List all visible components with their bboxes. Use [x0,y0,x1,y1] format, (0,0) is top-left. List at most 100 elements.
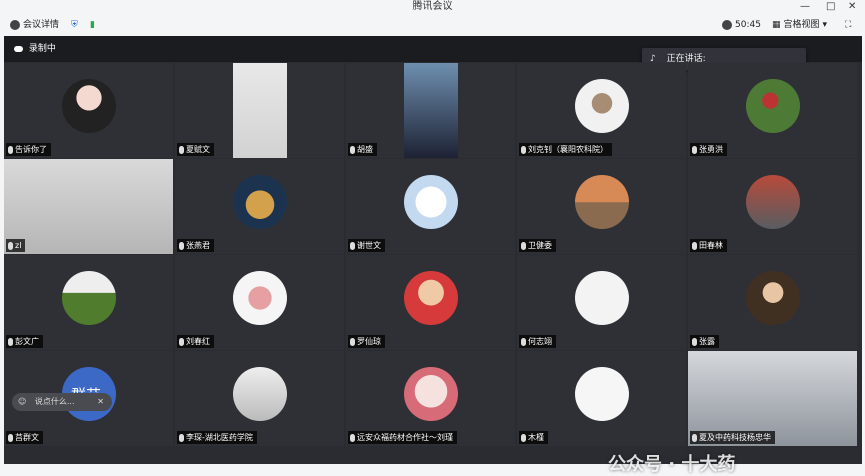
view-switch-button[interactable]: ▦ 宫格视图 ▾ [772,14,827,36]
participant-avatar [575,367,629,421]
participant-tile[interactable]: 远安众福药材合作社～刘瑾 [346,351,515,446]
mic-icon [692,337,697,346]
participant-nametag: 夏赋文 [177,143,214,156]
participant-avatar [575,175,629,229]
participant-video [233,63,287,158]
participant-name: 彭文广 [15,337,39,346]
participant-nametag: 夏及中药科技杨忠华 [690,431,775,444]
participant-tile[interactable]: 告诉你了 [4,63,173,158]
participant-tile[interactable]: 谢世文 [346,159,515,254]
participant-video [4,159,173,254]
participant-name: 莒群文 [15,433,39,442]
timer-value: 50:45 [735,20,761,30]
participant-nametag: 彭文广 [6,335,43,348]
minimize-button[interactable]: — [800,0,810,14]
participant-name: 卫健委 [528,241,552,250]
participant-nametag: 罗仙琼 [348,335,385,348]
participant-tile[interactable]: 夏赋文 [175,63,344,158]
participant-avatar [746,271,800,325]
participant-avatar [746,175,800,229]
participant-name: zl [15,241,22,250]
participant-tile[interactable]: zl [4,159,173,254]
participant-avatar [233,175,287,229]
participant-name: 木槿 [528,433,544,442]
participant-tile[interactable]: 刘克钊（襄阳农科院） [517,63,686,158]
signal-icon[interactable]: ▮ [90,14,95,36]
participant-name: 张燕君 [186,241,210,250]
participant-tile[interactable]: 罗仙琼 [346,255,515,350]
restore-button[interactable]: □ [826,0,835,14]
mic-icon [8,145,13,154]
participant-tile[interactable]: 张露 [688,255,857,350]
grid-icon: ▦ [772,20,781,30]
participant-nametag: 木槿 [519,431,548,444]
meeting-toolbar: 会议详情 ⛨ ▮ 50:45 ▦ 宫格视图 ▾ ⛶ [0,14,865,36]
mic-icon [8,337,13,346]
participant-nametag: 李琛-湖北医药学院 [177,431,257,444]
video-grid: 录制中 ♪ 正在讲话: 告诉你了 夏赋文 胡盛 刘克钊（襄阳农科院） 张勇洪 zl 张燕君谢… [4,36,862,475]
participant-tile[interactable]: 张勇洪 [688,63,857,158]
participant-nametag: 刘克钊（襄阳农科院） [519,143,612,156]
participant-nametag: 谢世文 [348,239,385,252]
title-bar: 腾讯会议 — □ ✕ [0,0,865,14]
participant-nametag: 刘春红 [177,335,214,348]
participant-name: 罗仙琼 [357,337,381,346]
view-label: 宫格视图 [783,20,820,30]
participant-avatar [233,367,287,421]
participant-name: 刘克钊（襄阳农科院） [528,145,608,154]
participant-tile[interactable]: 田春林 [688,159,857,254]
mic-icon [179,145,184,154]
close-icon[interactable]: ✕ [97,393,104,411]
recording-icon [14,45,23,52]
participant-nametag: 田春林 [690,239,727,252]
mic-icon [350,241,355,250]
mic-icon [350,433,355,442]
mic-icon [179,337,184,346]
participant-tile[interactable]: 夏及中药科技杨忠华 [688,351,857,446]
participant-avatar [404,271,458,325]
comment-placeholder: 说点什么... [34,397,75,406]
mic-icon [350,337,355,346]
participant-tile[interactable]: 何志翊 [517,255,686,350]
mic-icon [521,433,526,442]
mic-icon [521,145,526,154]
participant-video [404,63,458,158]
participant-avatar [404,367,458,421]
close-button[interactable]: ✕ [848,0,856,14]
participant-nametag: 胡盛 [348,143,377,156]
mic-icon [179,241,184,250]
fullscreen-icon[interactable]: ⛶ [845,14,851,36]
shield-icon[interactable]: ⛨ [71,14,78,36]
comment-input[interactable]: ☺ 说点什么... ✕ [12,393,112,411]
meeting-details-label: 会议详情 [23,20,60,30]
meeting-details-button[interactable]: 会议详情 [10,14,59,36]
participant-tile[interactable]: 胡盛 [346,63,515,158]
participant-name: 谢世文 [357,241,381,250]
participant-name: 夏赋文 [186,145,210,154]
mic-icon [350,145,355,154]
participant-name: 刘春红 [186,337,210,346]
participant-nametag: 莒群文 [6,431,43,444]
mic-icon [8,433,13,442]
mic-icon [521,337,526,346]
participant-tile[interactable]: 张燕君 [175,159,344,254]
participant-tile[interactable]: 卫健委 [517,159,686,254]
participant-nametag: 张露 [690,335,719,348]
participant-nametag: 张勇洪 [690,143,727,156]
mic-icon [692,241,697,250]
participant-name: 张勇洪 [699,145,723,154]
participant-avatar [62,79,116,133]
participant-name: 李琛-湖北医药学院 [186,433,253,442]
participant-tile[interactable]: 彭文广 [4,255,173,350]
participant-avatar [233,271,287,325]
participant-nametag: 告诉你了 [6,143,51,156]
participant-name: 远安众福药材合作社～刘瑾 [357,433,453,442]
participant-avatar [62,271,116,325]
participant-name: 夏及中药科技杨忠华 [699,433,771,442]
mic-icon [179,433,184,442]
participant-tile[interactable]: 李琛-湖北医药学院 [175,351,344,446]
window-title: 腾讯会议 [412,1,453,12]
participant-nametag: 何志翊 [519,335,556,348]
participant-tile[interactable]: 木槿 [517,351,686,446]
participant-tile[interactable]: 刘春红 [175,255,344,350]
